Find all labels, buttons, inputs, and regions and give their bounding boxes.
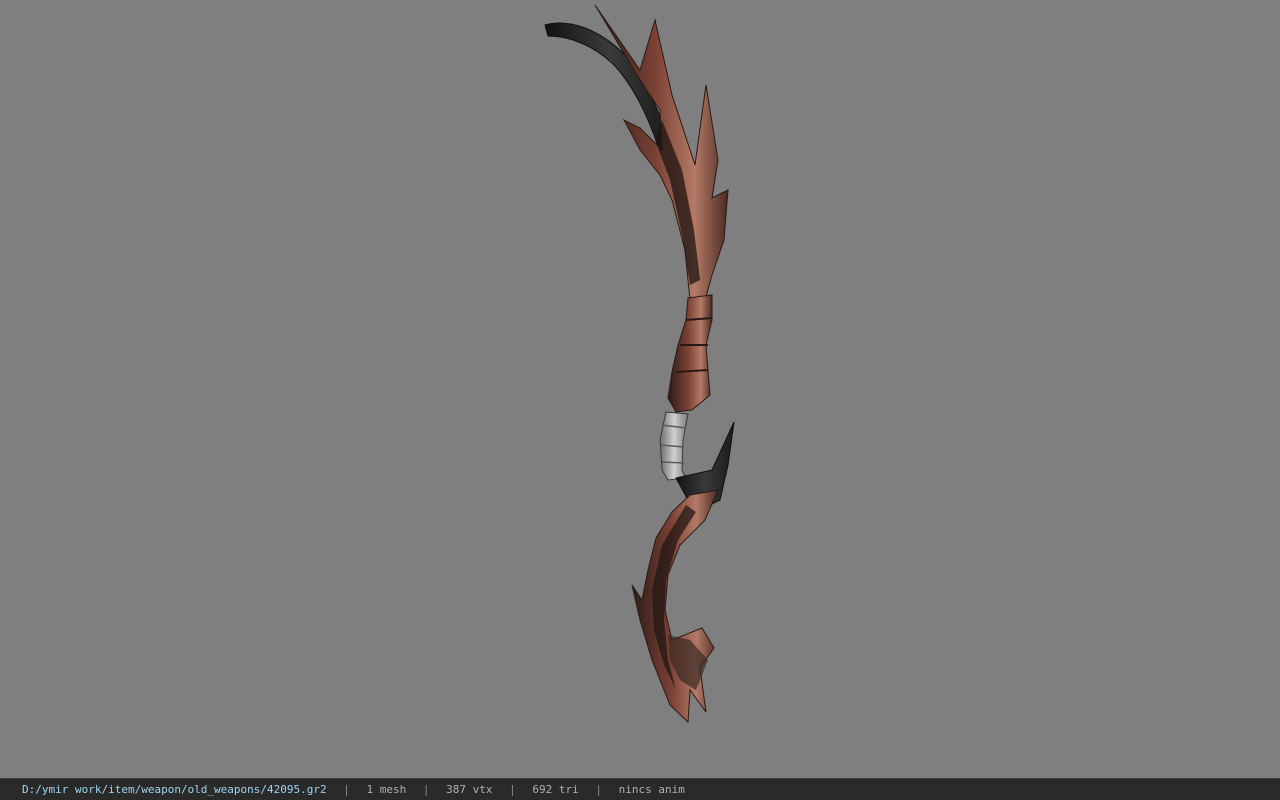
animation-status-label: nincs anim xyxy=(618,783,685,796)
weapon-model xyxy=(544,4,735,724)
vertex-count-label: 387 vtx xyxy=(446,783,493,796)
status-separator: | xyxy=(595,783,602,796)
status-separator: | xyxy=(422,783,430,796)
mesh-count-label: 1 mesh xyxy=(366,783,407,796)
status-bar: D:/ymir work/item/weapon/old_weapons/420… xyxy=(0,778,1280,800)
triangle-count-label: 692 tri xyxy=(532,783,579,796)
status-separator: | xyxy=(509,783,516,796)
status-separator: | xyxy=(343,783,350,796)
3d-viewport[interactable] xyxy=(0,0,1280,778)
file-path-label: D:/ymir work/item/weapon/old_weapons/420… xyxy=(22,783,327,796)
